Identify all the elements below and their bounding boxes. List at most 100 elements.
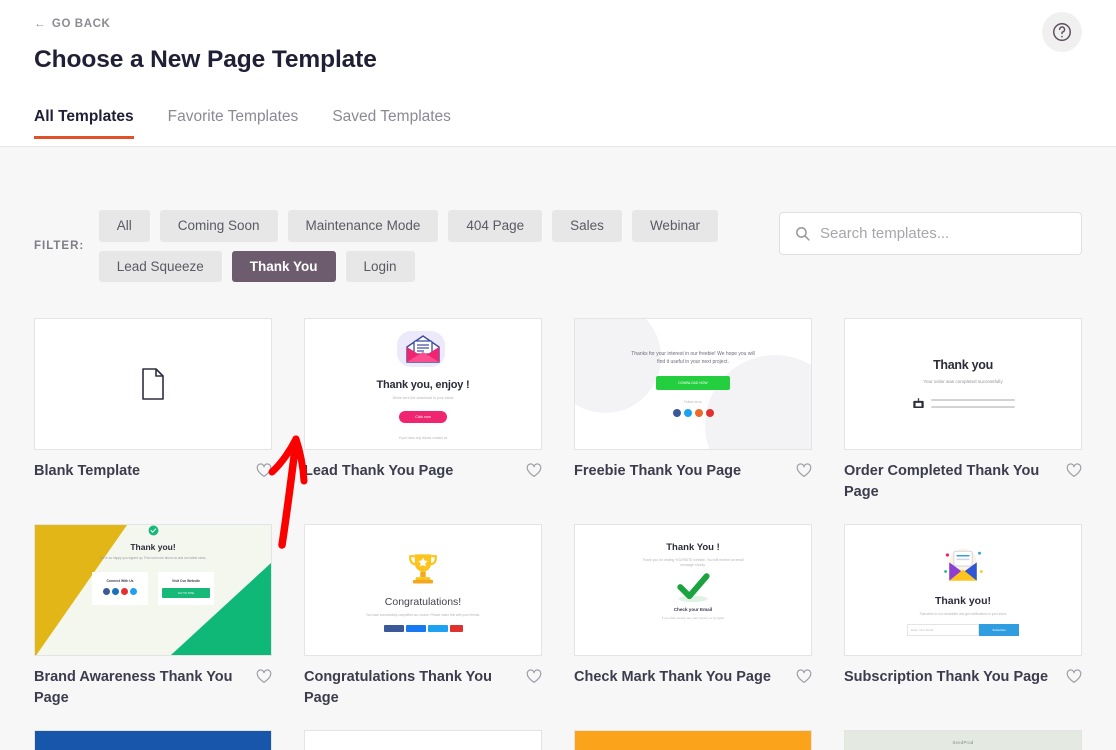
twitter-icon [683,408,692,417]
favorite-heart-icon[interactable] [796,463,812,483]
favorite-heart-icon[interactable] [796,669,812,689]
filter-chip-coming-soon[interactable]: Coming Soon [159,210,278,242]
favorite-heart-icon[interactable] [256,463,272,483]
filter-chip-thank-you[interactable]: Thank You [231,250,336,282]
thumb-heading: Thank you! [934,594,991,607]
template-thumbnail[interactable]: Thank you Your order was completed succe… [844,318,1082,450]
mailbox-icon [912,398,924,408]
filter-chip-lead-squeeze[interactable]: Lead Squeeze [98,250,222,282]
thumb-footer-heading: Check your Email [673,607,713,613]
website-card-button: GO TO SITE [162,587,210,598]
template-card[interactable]: Thank you! We're so happy you signed up.… [34,524,272,722]
filter-group: FILTER: All Coming Soon Maintenance Mode… [34,210,719,282]
connect-card: Connect With Us [92,571,148,605]
thumb-sub: You have successfully completed our cour… [366,612,480,617]
tab-bar: All Templates Favorite Templates Saved T… [34,108,1082,139]
template-card[interactable]: SeedProd Here's your free report! [844,730,1082,750]
template-thumbnail[interactable]: Thank you! Subscribe to our newsletter a… [844,524,1082,657]
check-circle-icon [148,525,158,536]
template-thumbnail[interactable]: Congratulations! You have successfully c… [304,524,542,657]
template-thumbnail[interactable]: Thank you for joining our weekly newslet… [34,730,272,750]
template-card[interactable]: Thanks for signing up! We've sent your w… [304,730,542,750]
connect-card-title: Connect With Us [106,578,134,583]
tab-saved-templates[interactable]: Saved Templates [332,108,451,139]
thumb-button: DOWNLOAD NOW [656,376,730,391]
template-card[interactable]: Blank Template [34,318,272,516]
filter-chip-404-page[interactable]: 404 Page [448,210,543,242]
template-card[interactable]: Thank You ! Thank you for visiting YOURS… [574,524,812,722]
back-arrow-icon: ← [34,18,47,30]
filter-chip-sales[interactable]: Sales [552,210,622,242]
filter-chip-webinar[interactable]: Webinar [631,210,718,242]
template-card[interactable]: Thank you, enjoy ! Weve sent the downloa… [304,318,542,516]
thumb-button: Click now [399,410,447,423]
pinterest-badge [449,625,463,633]
linkedin-icon [112,587,119,595]
filter-chip-list: All Coming Soon Maintenance Mode 404 Pag… [98,210,719,282]
template-card[interactable]: Thank you! Subscribe to our newsletter a… [844,524,1082,722]
tab-all-templates[interactable]: All Templates [34,108,134,139]
template-card[interactable]: Congratulations! You have successfully c… [304,524,542,722]
filter-chip-all[interactable]: All [98,210,150,242]
go-back-label: GO BACK [51,18,111,30]
thumb-heading: Thanks for your interest in our freebie!… [631,351,755,365]
favorite-heart-icon[interactable] [1066,669,1082,689]
template-title[interactable]: Lead Thank You Page [304,461,453,482]
template-title[interactable]: Congratulations Thank You Page [304,667,518,709]
template-thumbnail[interactable] [34,318,272,450]
template-card[interactable]: Thanks for signing up! Want to invite a … [574,730,812,750]
template-thumbnail[interactable]: Thanks for signing up! We've sent your w… [304,730,542,750]
template-title[interactable]: Order Completed Thank You Page [844,461,1058,503]
search-area [779,212,1082,255]
template-thumbnail[interactable]: Thanks for your interest in our freebie!… [574,318,812,450]
favorite-heart-icon[interactable] [256,669,272,689]
social-icons [672,408,714,417]
search-input[interactable] [820,225,1067,242]
brand-logo: SeedProd [952,740,974,746]
search-icon [796,227,810,241]
template-thumbnail[interactable]: SeedProd Here's your free report! [844,730,1082,750]
template-thumbnail[interactable]: Thanks for signing up! Want to invite a … [574,730,812,750]
template-title[interactable]: Check Mark Thank You Page [574,667,771,688]
templates-body: FILTER: All Coming Soon Maintenance Mode… [0,147,1116,750]
help-button[interactable] [1042,12,1082,52]
subscribe-form: Enter Your Email Subscribe [907,624,1019,637]
page-header: ← GO BACK Choose a New Page Template All… [0,0,1116,147]
template-card[interactable]: Thanks for your interest in our freebie!… [574,318,812,516]
template-title[interactable]: Subscription Thank You Page [844,667,1048,688]
thumb-button-label: DOWNLOAD NOW [678,381,708,386]
template-thumbnail[interactable]: Thank you, enjoy ! Weve sent the downloa… [304,318,542,450]
check-icon [677,573,710,603]
document-icon [140,368,166,400]
envelope-icon [397,331,445,370]
template-thumbnail[interactable]: Thank You ! Thank you for visiting YOURS… [574,524,812,657]
favorite-heart-icon[interactable] [526,463,542,483]
email-placeholder: Enter Your Email [911,628,934,633]
subscribe-button: Subscribe [979,624,1019,637]
thumb-heading: Thank you, enjoy ! [376,379,470,392]
facebook-badge [383,625,404,633]
facebook-icon [103,587,110,595]
template-card[interactable]: Thank you Your order was completed succe… [844,318,1082,516]
page-title: Choose a New Page Template [34,46,377,73]
template-card[interactable]: Thank you for joining our weekly newslet… [34,730,272,750]
template-title[interactable]: Freebie Thank You Page [574,461,741,482]
twitter-icon [130,587,137,595]
thumb-footer: If you have any issues contact us [398,435,448,440]
thumb-heading: Thank you! [130,542,176,553]
tab-favorite-templates[interactable]: Favorite Templates [168,108,299,139]
template-title[interactable]: Brand Awareness Thank You Page [34,667,248,709]
share-badges [383,625,463,633]
youtube-icon [121,587,128,595]
website-card: Visit Our Website GO TO SITE [158,571,214,605]
favorite-heart-icon[interactable] [526,669,542,689]
subscribe-button-label: Subscribe [992,628,1006,633]
filter-chip-maintenance-mode[interactable]: Maintenance Mode [287,210,439,242]
search-box[interactable] [779,212,1082,255]
filter-chip-login[interactable]: Login [345,250,415,282]
messenger-badge [405,625,426,633]
favorite-heart-icon[interactable] [1066,463,1082,483]
template-title[interactable]: Blank Template [34,461,140,482]
template-thumbnail[interactable]: Thank you! We're so happy you signed up.… [34,524,272,657]
go-back-link[interactable]: ← GO BACK [34,18,110,30]
